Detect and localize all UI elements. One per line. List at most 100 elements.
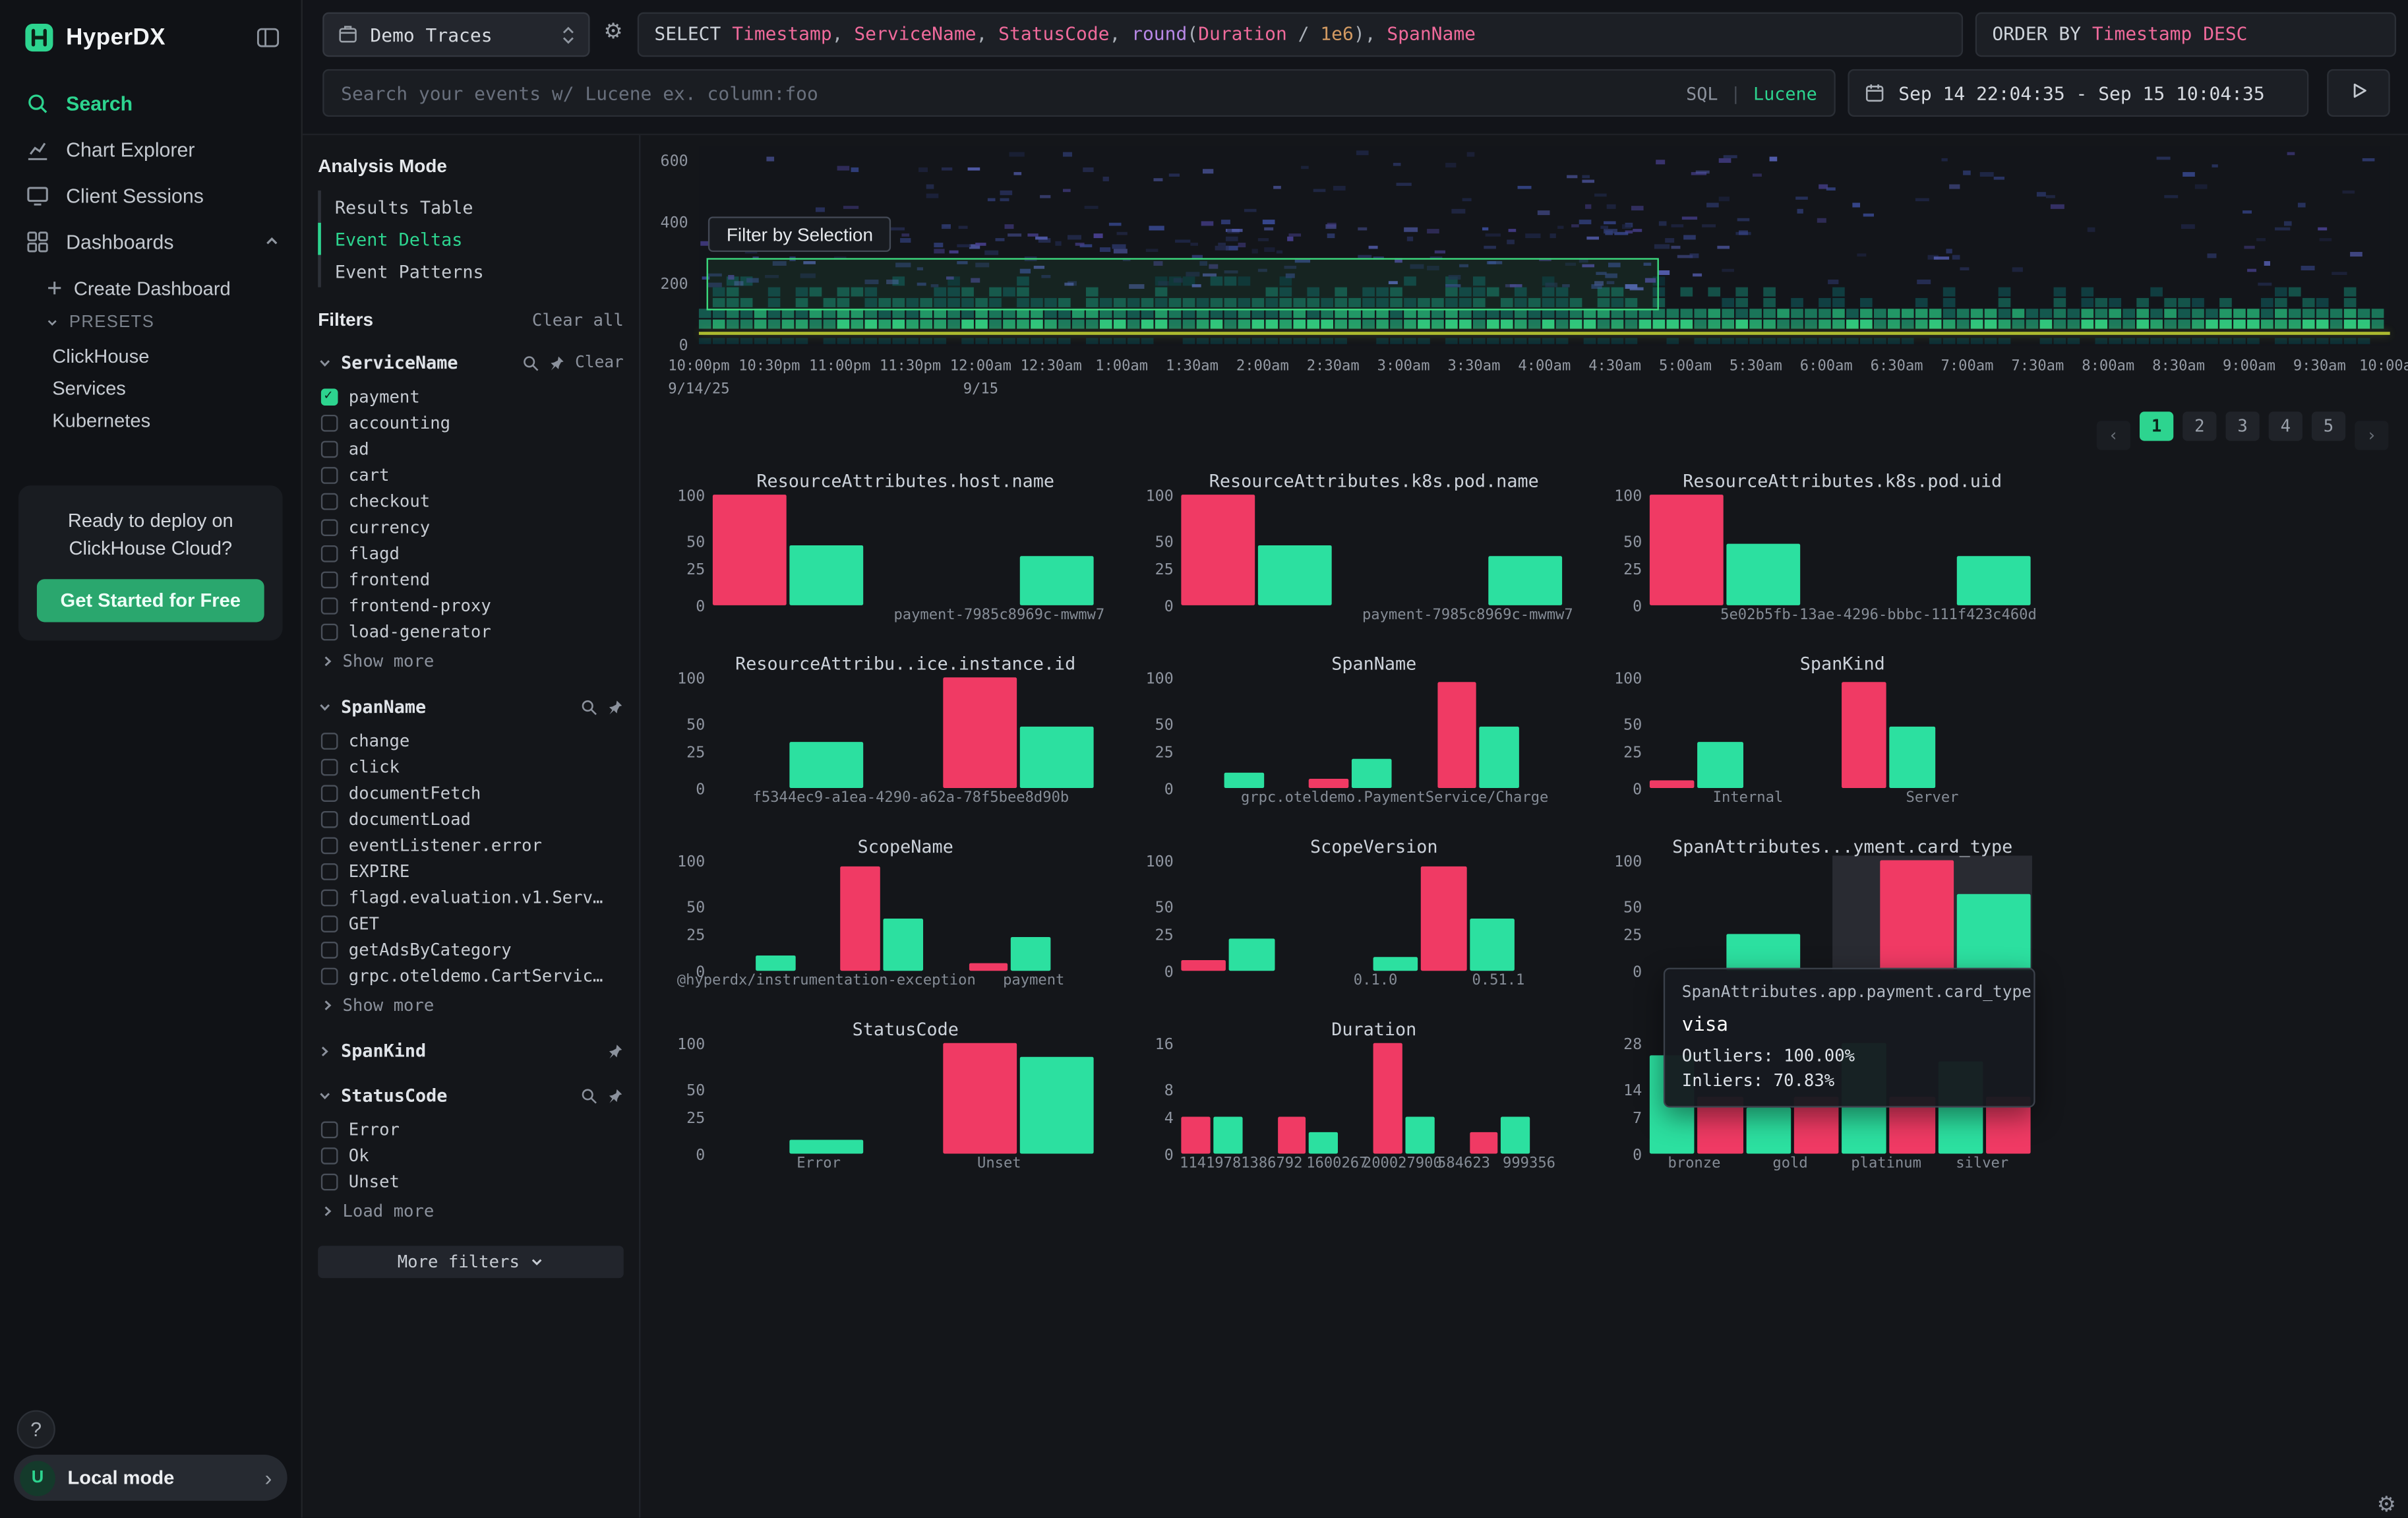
clear-all-button[interactable]: Clear all (532, 309, 624, 329)
bar-outlier[interactable] (943, 677, 1017, 788)
checkbox[interactable] (321, 572, 338, 589)
checkbox[interactable] (321, 759, 338, 776)
bar-outlier[interactable] (1650, 495, 1724, 605)
bar-outlier[interactable] (713, 495, 787, 605)
chart-plot[interactable] (1648, 495, 2032, 605)
bar-inlier[interactable] (1726, 933, 1800, 971)
settings-gear-icon[interactable]: ⚙ (2377, 1492, 2396, 1518)
bar-outlier[interactable] (1437, 682, 1477, 788)
sidebar-collapse-icon[interactable] (256, 28, 280, 47)
pagination-next-button[interactable]: › (2355, 421, 2388, 450)
checkbox[interactable] (321, 837, 338, 855)
bar-outlier[interactable] (1181, 1116, 1210, 1154)
checkbox[interactable] (321, 519, 338, 536)
chart-plot[interactable] (1648, 677, 2032, 788)
bar-inlier[interactable] (1020, 1056, 1094, 1154)
chart-plot[interactable] (711, 1043, 1095, 1154)
checkbox[interactable] (321, 890, 338, 907)
show-more-button[interactable]: Show more (318, 992, 624, 1019)
get-started-button[interactable]: Get Started for Free (37, 580, 264, 622)
bar-outlier[interactable] (1277, 1116, 1306, 1154)
bar-inlier[interactable] (1957, 557, 2031, 605)
date-range-picker[interactable]: Sep 14 22:04:35 - Sep 15 10:04:35 (1848, 69, 2308, 117)
local-mode-button[interactable]: U Local mode › (14, 1455, 287, 1501)
help-button[interactable]: ? (17, 1410, 55, 1448)
bar-inlier[interactable] (1469, 919, 1514, 971)
bar-outlier[interactable] (1309, 779, 1348, 788)
run-query-button[interactable] (2327, 69, 2390, 117)
checkbox[interactable] (321, 1147, 338, 1165)
chart-plot[interactable] (711, 861, 1095, 971)
pagination-page-2[interactable]: 2 (2182, 411, 2216, 440)
checkbox[interactable] (321, 863, 338, 880)
bar-inlier[interactable] (789, 546, 863, 605)
chevron-right-icon[interactable] (318, 1044, 332, 1058)
filter-item[interactable]: cart (318, 462, 624, 489)
filter-item[interactable]: checkout (318, 489, 624, 515)
filter-by-selection-button[interactable]: Filter by Selection (708, 216, 891, 252)
heatmap-selection-box[interactable] (707, 258, 1659, 310)
bar-outlier[interactable] (1842, 682, 1886, 788)
mode-event-deltas[interactable]: Event Deltas (318, 223, 624, 255)
chart-plot[interactable] (1180, 1043, 1563, 1154)
filter-item[interactable]: frontend (318, 567, 624, 593)
show-more-button[interactable]: Show more (318, 648, 624, 675)
checkbox[interactable] (321, 441, 338, 458)
filter-item[interactable]: frontend-proxy (318, 593, 624, 619)
filter-item[interactable]: flagd (318, 541, 624, 567)
checkbox[interactable] (321, 415, 338, 432)
filter-item[interactable]: click (318, 754, 624, 781)
filter-clear-button[interactable]: Clear (575, 353, 624, 372)
filter-item[interactable]: documentLoad (318, 806, 624, 833)
filter-search-icon[interactable] (523, 354, 540, 371)
checkbox[interactable] (321, 968, 338, 985)
pin-icon[interactable] (607, 1087, 624, 1104)
source-settings-gear-icon[interactable]: ⚙ (603, 20, 622, 42)
sql-select-display[interactable]: SELECT Timestamp, ServiceName, StatusCod… (638, 13, 1963, 57)
bar-inlier[interactable] (1011, 937, 1051, 971)
sidebar-item-client-sessions[interactable]: Client Sessions (0, 172, 301, 218)
bar-outlier[interactable] (1469, 1132, 1498, 1153)
filter-item[interactable]: payment (318, 384, 624, 410)
bar-inlier[interactable] (884, 919, 923, 971)
filter-item[interactable]: accounting (318, 410, 624, 437)
filter-item[interactable]: Unset (318, 1169, 624, 1196)
checkbox[interactable] (321, 811, 338, 828)
bar-inlier[interactable] (756, 956, 795, 971)
bar-outlier[interactable] (1650, 781, 1695, 788)
chart-plot[interactable] (1180, 677, 1563, 788)
sidebar-item-kubernetes[interactable]: Kubernetes (0, 404, 301, 437)
filter-item[interactable]: currency (318, 514, 624, 541)
bar-inlier[interactable] (1698, 743, 1743, 788)
checkbox[interactable] (321, 733, 338, 750)
create-dashboard-button[interactable]: Create Dashboard (0, 272, 301, 304)
bar-inlier[interactable] (1405, 1116, 1434, 1154)
bar-inlier[interactable] (1480, 727, 1519, 788)
filter-search-icon[interactable] (581, 1087, 598, 1104)
checkbox[interactable] (321, 388, 338, 406)
checkbox[interactable] (321, 545, 338, 562)
chevron-down-icon[interactable] (318, 355, 332, 369)
chevron-up-icon[interactable] (264, 233, 280, 249)
source-select[interactable]: Demo Traces (322, 13, 589, 57)
filter-item[interactable]: load-generator (318, 619, 624, 646)
bar-inlier[interactable] (789, 743, 863, 788)
sidebar-item-services[interactable]: Services (0, 372, 301, 404)
pagination-page-3[interactable]: 3 (2225, 411, 2259, 440)
more-filters-button[interactable]: More filters (318, 1246, 624, 1278)
bar-outlier[interactable] (1181, 495, 1255, 605)
chart-plot[interactable] (711, 495, 1095, 605)
sql-language-toggle[interactable]: SQL (1686, 82, 1718, 104)
filter-item[interactable]: eventListener.error (318, 833, 624, 859)
filter-item[interactable]: GET (318, 911, 624, 937)
filter-item[interactable]: ad (318, 437, 624, 463)
filter-item[interactable]: flagd.evaluation.v1.Serv… (318, 885, 624, 911)
chevron-down-icon[interactable] (318, 1088, 332, 1102)
checkbox[interactable] (321, 467, 338, 484)
events-heatmap[interactable]: Filter by Selection (699, 146, 2390, 346)
checkbox[interactable] (321, 597, 338, 615)
order-by-display[interactable]: ORDER BY Timestamp DESC (1975, 13, 2396, 57)
presets-toggle[interactable]: PRESETS (0, 304, 301, 340)
bar-inlier[interactable] (1213, 1116, 1242, 1154)
bar-inlier[interactable] (1726, 544, 1800, 605)
